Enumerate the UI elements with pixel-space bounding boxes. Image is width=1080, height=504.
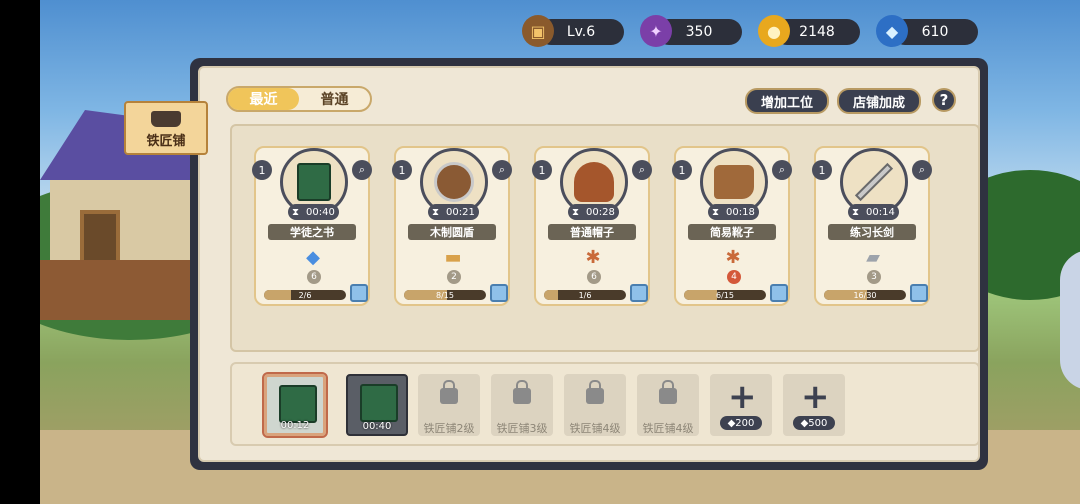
progress-bar: 16/30 [824,290,906,300]
craft-timer: 00:28 [568,204,619,220]
crystal-icon: ◆ [306,246,320,268]
progress-bar: 8/15 [404,290,486,300]
gift-icon[interactable] [630,284,648,302]
recipe-card[interactable]: 1 ⌕ 00:18 简易靴子 ✱ 4 6/15 [672,146,792,306]
cost-value: 500 [808,417,828,429]
iron-ingot-icon: ▰ [866,246,880,268]
gift-icon[interactable] [350,284,368,302]
material-count: 2 [447,270,461,284]
recipe-card[interactable]: 1 ⌕ 00:28 普通帽子 ✱ 6 1/6 [532,146,652,306]
item-name: 简易靴子 [688,224,776,240]
item-name: 练习长剑 [828,224,916,240]
queue-slot-locked[interactable]: 铁匠铺2级 [418,374,480,436]
unlock-requirement: 铁匠铺4级 [642,422,694,435]
wood-plank-icon: ▬ [444,246,462,268]
green-book-icon [279,385,317,423]
craft-timer: 00:14 [848,204,899,220]
craft-timer: 00:18 [708,204,759,220]
progress-text: 16/30 [853,290,877,300]
progress-bar: 6/15 [684,290,766,300]
magnify-icon[interactable]: ⌕ [352,160,372,180]
magnify-icon[interactable]: ⌕ [492,160,512,180]
diamond-plus-icon[interactable]: ◆ [876,15,908,47]
level-badge: 1 [532,160,552,180]
queue-slot-buy[interactable]: + ◆ 500 [783,374,845,436]
item-name: 木制圆盾 [408,224,496,240]
recipe-card[interactable]: 1 ⌕ 00:21 木制圆盾 ▬ 2 8/15 [392,146,512,306]
progress-bar: 1/6 [544,290,626,300]
level-badge: 1 [392,160,412,180]
progress-text: 1/6 [578,290,592,300]
queue-slot-filled[interactable]: 00:40 [346,374,408,436]
help-button[interactable]: ? [932,88,956,112]
recipe-card[interactable]: 1 ⌕ 00:14 练习长剑 ▰ 3 16/30 [812,146,932,306]
lock-icon [586,380,604,404]
queue-slot-locked[interactable]: 铁匠铺4级 [637,374,699,436]
slot-timer: 00:12 [280,420,310,431]
progress-text: 8/15 [436,290,454,300]
gold-coin-icon: ● [758,15,790,47]
unlock-requirement: 铁匠铺2级 [423,422,475,435]
lock-icon [440,380,458,404]
magnify-icon[interactable]: ⌕ [772,160,792,180]
material-count: 6 [587,270,601,284]
level-badge: 1 [252,160,272,180]
queue-slot-locked[interactable]: 铁匠铺4级 [564,374,626,436]
plus-icon: + [728,377,757,417]
slot-timer: 00:40 [362,421,392,432]
queue-slot-locked[interactable]: 铁匠铺3级 [491,374,553,436]
diamond-count: 610 [921,24,949,40]
market-stall [40,260,200,320]
progress-text: 2/6 [298,290,312,300]
craft-timer: 00:21 [428,204,479,220]
craft-timer: 00:40 [288,204,339,220]
unlock-requirement: 铁匠铺4级 [569,422,621,435]
cost-value: 200 [735,417,755,429]
progress-text: 6/15 [716,290,734,300]
recipe-card[interactable]: 1 ⌕ 00:40 学徒之书 ◆ 6 2/6 [252,146,372,306]
magnify-icon[interactable]: ⌕ [632,160,652,180]
green-book-icon [360,384,398,422]
lock-icon [659,380,677,404]
tab-normal[interactable]: 普通 [299,88,370,110]
tab-recent[interactable]: 最近 [228,88,299,110]
level-badge: 1 [672,160,692,180]
leather-icon: ✱ [725,246,741,268]
plus-icon: + [801,377,830,417]
item-name: 学徒之书 [268,224,356,240]
category-tabs: 最近 普通 [226,86,372,112]
shop-bonus-button[interactable]: 店铺加成 [837,88,922,114]
add-workstation-button[interactable]: 增加工位 [745,88,830,114]
material-count: 4 [727,270,741,284]
queue-slot-active[interactable]: 00:12 [262,372,328,438]
magnify-icon[interactable]: ⌕ [912,160,932,180]
item-name: 普通帽子 [548,224,636,240]
gift-icon[interactable] [490,284,508,302]
material-count: 3 [867,270,881,284]
chest-icon: ▣ [522,15,554,47]
diamond-cost: ◆ 500 [793,416,835,430]
npc-character [1060,250,1080,390]
lock-icon [513,380,531,404]
queue-slot-buy[interactable]: + ◆ 200 [710,374,772,436]
shop-tab-label: 铁匠铺 [146,134,186,149]
level-text: Lv.6 [566,24,596,40]
gem-icon: ✦ [640,15,672,47]
gold-count: 2148 [799,24,835,40]
anvil-icon [151,111,181,127]
unlock-requirement: 铁匠铺3级 [496,422,548,435]
level-badge: 1 [812,160,832,180]
leather-icon: ✱ [585,246,601,268]
material-count: 6 [307,270,321,284]
progress-bar: 2/6 [264,290,346,300]
shop-tab-blacksmith[interactable]: 铁匠铺 [124,101,208,155]
diamond-cost: ◆ 200 [720,416,762,430]
gift-icon[interactable] [910,284,928,302]
gift-icon[interactable] [770,284,788,302]
gem-count: 350 [685,24,713,40]
